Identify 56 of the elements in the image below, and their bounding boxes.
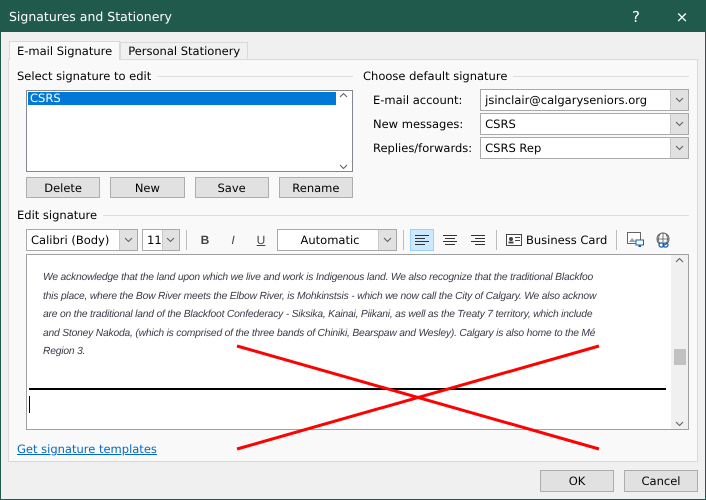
signature-text-line: this place, where the Bow River meets the Elbow River, is Mohkinstsis - which we now call the City of Calgary. We also acknow bbox=[43, 290, 598, 304]
color-dropdown[interactable]: Automatic bbox=[277, 229, 397, 251]
scroll-thumb[interactable] bbox=[674, 349, 686, 365]
chevron-down-icon bbox=[339, 164, 348, 170]
chevron-down-icon bbox=[675, 97, 684, 103]
italic-button[interactable]: I bbox=[221, 229, 245, 251]
underline-button[interactable]: U bbox=[249, 229, 273, 251]
chevron-down-icon bbox=[124, 237, 133, 243]
signature-text-line: and Stoney Nakoda, (which is comprised of the three bands of Chiniki, Bearspaw and Wesley). Calgary is also home to the Mé bbox=[43, 326, 596, 340]
bold-button[interactable]: B bbox=[193, 229, 217, 251]
signature-editor[interactable] bbox=[26, 254, 689, 430]
templates-link[interactable]: Get signature templates bbox=[17, 442, 157, 456]
tab[interactable]: E-mail Signature bbox=[9, 41, 120, 60]
size-dropdown[interactable]: 11 bbox=[142, 229, 180, 251]
action-button[interactable]: Delete bbox=[26, 177, 100, 198]
signature-text-line: are on the traditional land of the Blackfoot Confederacy - Siksika, Kainai, Piikani, as well as the Treaty 7 territory, which include bbox=[43, 308, 594, 322]
font-dropdown[interactable]: Calibri (Body) bbox=[26, 229, 138, 251]
tab[interactable]: Personal Stationery bbox=[120, 42, 248, 59]
align-center-icon bbox=[443, 235, 457, 245]
dialog-button[interactable]: Cancel bbox=[624, 470, 698, 492]
align-left-icon bbox=[415, 235, 429, 245]
chevron-up-icon bbox=[675, 257, 684, 263]
section-heading: Edit signature bbox=[17, 208, 98, 222]
dialog-button[interactable]: OK bbox=[540, 470, 614, 492]
text-cursor bbox=[29, 396, 30, 412]
align-left-button[interactable] bbox=[410, 229, 434, 251]
field-label: Replies/forwards: bbox=[373, 141, 472, 155]
business-card-button[interactable]: Business Card bbox=[503, 229, 610, 251]
chevron-down-icon bbox=[675, 145, 684, 151]
field-label: New messages: bbox=[373, 117, 464, 131]
dropdown[interactable]: CSRS Rep bbox=[480, 137, 689, 159]
align-right-icon bbox=[471, 235, 485, 245]
chevron-up-icon bbox=[339, 92, 348, 98]
signature-text-line: Region 3. bbox=[43, 345, 86, 359]
chevron-down-icon bbox=[383, 237, 392, 243]
chevron-down-icon bbox=[166, 237, 176, 243]
field-label: E-mail account: bbox=[373, 93, 464, 107]
close-button[interactable]: × bbox=[659, 1, 705, 32]
section-heading: Choose default signature bbox=[363, 69, 508, 83]
scrollbar[interactable] bbox=[671, 255, 688, 429]
help-button[interactable]: ? bbox=[613, 1, 659, 32]
globe-link-icon bbox=[654, 232, 672, 248]
dropdown[interactable]: CSRS bbox=[480, 113, 689, 135]
picture-icon bbox=[626, 232, 644, 248]
section-heading: Select signature to edit bbox=[17, 69, 152, 83]
signature-text-line: We acknowledge that the land upon which we live and work is Indigenous land. We also recognize that the traditional Blackfoo bbox=[43, 271, 594, 285]
list-item[interactable]: CSRS bbox=[28, 92, 336, 105]
window-title: Signatures and Stationery bbox=[9, 9, 173, 24]
chevron-down-icon bbox=[675, 421, 684, 427]
action-button[interactable]: Save bbox=[194, 177, 269, 198]
chevron-down-icon bbox=[675, 121, 684, 127]
action-button[interactable]: New bbox=[110, 177, 184, 198]
dropdown[interactable]: jsinclair@calgaryseniors.org bbox=[480, 89, 689, 111]
contact-card-icon bbox=[506, 234, 522, 246]
action-button[interactable]: Rename bbox=[278, 177, 353, 198]
signature-list[interactable]: CSRS bbox=[26, 90, 353, 172]
